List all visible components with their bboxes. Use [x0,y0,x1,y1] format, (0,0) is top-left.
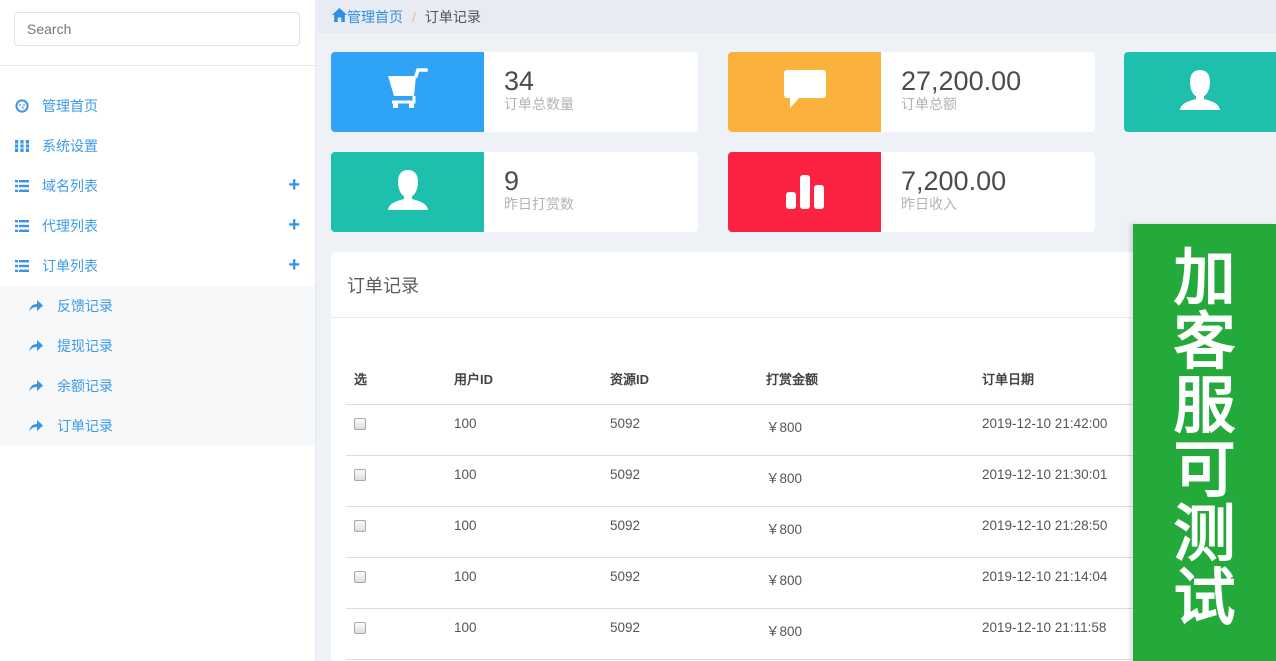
sidebar-item-label: 系统设置 [42,138,98,154]
row-checkbox[interactable] [354,621,366,634]
stat-tile [728,152,881,232]
stat-label: 订单总数量 [504,96,574,112]
cell-user-id: 100 [454,455,610,507]
stat-tile [728,52,881,132]
row-checkbox[interactable] [354,570,366,583]
user-icon [386,168,430,217]
banner-char: 可 [1173,433,1236,506]
column-header-amount: 打赏金额 [766,354,982,405]
dashboard-icon [14,98,30,114]
row-checkbox[interactable] [354,519,366,532]
bar-chart-icon [785,170,825,215]
cell-user-id: 100 [454,557,610,609]
sidebar-item-agents[interactable]: 代理列表 + [0,206,315,246]
stat-value: 9 [504,166,520,196]
cell-user-id: 100 [454,404,610,456]
cell-resource-id: 5092 [610,557,766,609]
breadcrumb-separator: / [412,8,416,25]
cell-amount: ￥800 [766,404,982,456]
submenu-item-label: 余额记录 [57,378,113,394]
cell-amount: ￥800 [766,557,982,609]
user-icon [1178,68,1222,117]
share-icon [29,379,45,393]
list-icon [14,258,30,274]
stat-card-order-total: 27,200.00 订单总额 [728,52,1095,132]
sidebar-item-label: 代理列表 [42,218,98,234]
orders-submenu: 反馈记录 提现记录 余额记录 订单记录 [0,286,315,446]
search-input[interactable] [14,12,300,46]
stat-value: 34 [504,66,535,96]
stat-card-partial [1124,52,1276,132]
stat-card-yesterday-tips: 9 昨日打赏数 [331,152,698,232]
sidebar: 管理首页 系统设置 域名列表 + 代理列表 + 订单列表 [0,0,316,661]
sidebar-item-dashboard[interactable]: 管理首页 [0,86,315,126]
banner-char: 客 [1173,305,1236,378]
stat-label: 订单总额 [901,96,957,112]
stat-card-yesterday-income: 7,200.00 昨日收入 [728,152,1095,232]
column-header-user-id: 用户ID [454,354,610,405]
cell-amount: ￥800 [766,608,982,660]
home-icon [332,8,347,25]
sidebar-menu: 管理首页 系统设置 域名列表 + 代理列表 + 订单列表 + 反馈记录 提现记录… [0,86,315,446]
banner-char: 服 [1173,369,1236,442]
share-icon [29,339,45,353]
share-icon [29,419,45,433]
sidebar-item-settings[interactable]: 系统设置 [0,126,315,166]
banner-char: 加 [1173,241,1236,314]
submenu-item-label: 订单记录 [57,418,113,434]
expand-plus-icon[interactable]: + [288,255,300,275]
cell-resource-id: 5092 [610,608,766,660]
submenu-item-feedback[interactable]: 反馈记录 [0,286,315,326]
cell-resource-id: 5092 [610,404,766,456]
expand-plus-icon[interactable]: + [288,175,300,195]
cell-resource-id: 5092 [610,506,766,558]
stat-value: 7,200.00 [901,166,1007,196]
list-icon [14,178,30,194]
sidebar-item-label: 订单列表 [42,258,98,274]
row-checkbox[interactable] [354,468,366,481]
cell-user-id: 100 [454,608,610,660]
search-area [0,0,315,66]
th-icon [14,138,30,154]
breadcrumb-current: 订单记录 [424,8,481,25]
stat-label: 昨日收入 [901,196,957,212]
breadcrumb: 管理首页 / 订单记录 [317,0,1276,33]
shopping-cart-icon [386,67,430,117]
share-icon [29,299,45,313]
submenu-item-label: 提现记录 [57,338,113,354]
breadcrumb-home-link[interactable]: 管理首页 [332,7,403,27]
sidebar-item-orders[interactable]: 订单列表 + [0,246,315,286]
stat-label: 昨日打赏数 [504,196,574,212]
submenu-item-order-records[interactable]: 订单记录 [0,406,315,446]
submenu-item-balance[interactable]: 余额记录 [0,366,315,406]
breadcrumb-home-label: 管理首页 [347,8,403,25]
sidebar-item-label: 管理首页 [42,98,98,114]
submenu-item-label: 反馈记录 [57,298,113,314]
submenu-item-withdrawals[interactable]: 提现记录 [0,326,315,366]
sidebar-item-domains[interactable]: 域名列表 + [0,166,315,206]
stat-tile [331,152,484,232]
stat-tile [1124,52,1276,132]
banner-char: 测 [1173,497,1236,570]
banner-char: 试 [1173,561,1236,634]
cell-amount: ￥800 [766,506,982,558]
stat-value: 27,200.00 [901,66,1022,96]
sidebar-item-label: 域名列表 [42,178,98,194]
list-icon [14,218,30,234]
comment-icon [783,69,827,115]
expand-plus-icon[interactable]: + [288,215,300,235]
customer-service-banner[interactable]: 加 客 服 可 测 试 [1133,224,1276,661]
cell-amount: ￥800 [766,455,982,507]
stat-card-order-count: 34 订单总数量 [331,52,698,132]
cell-resource-id: 5092 [610,455,766,507]
column-header-resource-id: 资源ID [610,354,766,405]
row-checkbox[interactable] [354,417,366,430]
cell-user-id: 100 [454,506,610,558]
stat-tile [331,52,484,132]
column-header-select: 选 [346,354,454,405]
